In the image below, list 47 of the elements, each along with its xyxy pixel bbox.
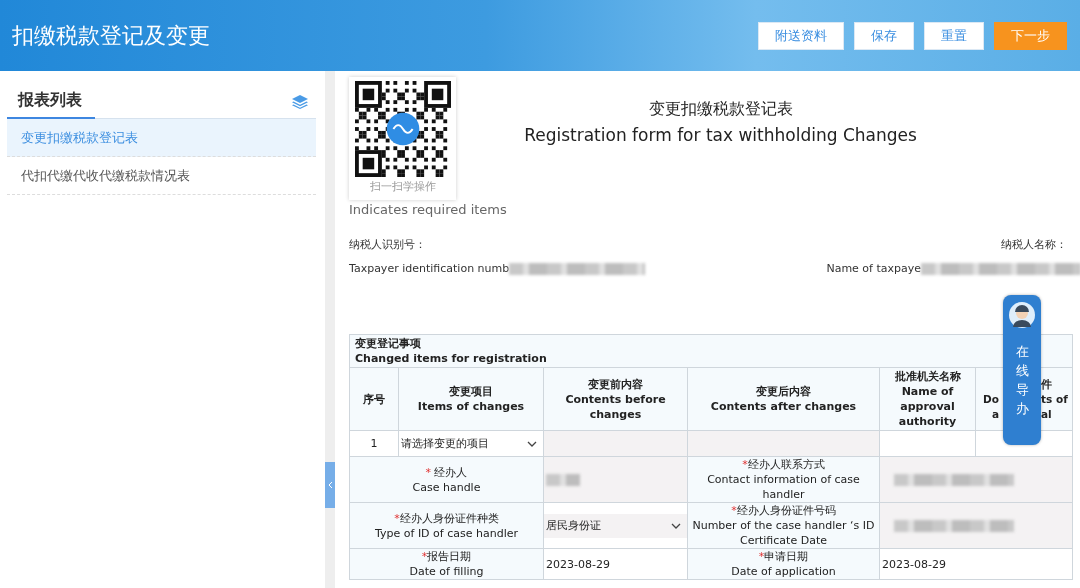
field-label: *报告日期 Date of filling [350, 549, 543, 579]
column-header: al [1041, 406, 1052, 422]
header-button[interactable]: 重置 [924, 21, 984, 50]
column-header: 变更后内容 Contents after changes [687, 367, 880, 431]
date-value: 2023-08-29 [881, 557, 946, 571]
field-label: Name of taxpaye [826, 262, 922, 275]
date-value: 2023-08-29 [545, 557, 610, 571]
id-type-select[interactable]: 居民身份证 [544, 513, 687, 538]
column-header: 变更前内容 Contents before changes [543, 367, 688, 431]
input-field[interactable] [543, 430, 688, 457]
sidebar-item[interactable]: 变更扣缴税款登记表 [7, 119, 316, 157]
field-label: *经办人联系方式 Contact information of case handler [688, 457, 879, 502]
input-field[interactable] [879, 430, 976, 457]
chevron-down-icon [671, 522, 681, 529]
table-cell: 1 [349, 430, 399, 457]
chevron-left-icon [327, 480, 333, 489]
field-label: *经办人身份证件种类 Type of ID of case handler [350, 503, 543, 548]
column-header: 件 [1041, 376, 1052, 392]
form-title: 变更扣缴税款登记表 [648, 99, 793, 120]
column-header: 变更项目 Items of changes [398, 367, 544, 431]
field-label: * 经办人 Case handle [350, 457, 543, 502]
column-header: a [991, 406, 999, 422]
blurred-value [546, 473, 580, 486]
required-note: Indicates required items [349, 202, 508, 217]
column-header: 序号 [349, 367, 399, 431]
field-label: *申请日期 Date of application [688, 549, 879, 579]
field-label: 纳税人名称： [1001, 237, 1068, 252]
column-header: ts of [1041, 391, 1068, 407]
form-title: Registration form for tax withholding Changes [524, 125, 917, 145]
online-guide-button[interactable]: 在线导办 [1003, 295, 1041, 445]
column-header: 批准机关名称 Name of approval authority [879, 367, 976, 431]
next-button[interactable]: 下一步 [994, 21, 1067, 50]
input-field[interactable] [687, 430, 880, 457]
column-header: Do [983, 391, 999, 407]
header-button[interactable]: 保存 [854, 21, 914, 50]
online-guide-label: 在线导办 [1015, 343, 1029, 418]
page-title: 扣缴税款登记及变更 [12, 21, 211, 50]
field-label: Taxpayer identification numb [349, 262, 510, 275]
layers-icon[interactable] [292, 94, 308, 109]
field-label: 纳税人识别号： [349, 237, 426, 252]
qr-caption: 扫一扫学操作 [369, 179, 436, 194]
chevron-down-icon [527, 440, 537, 447]
header-button[interactable]: 附送资料 [758, 21, 844, 50]
sidebar-item[interactable]: 代扣代缴代收代缴税款情况表 [7, 157, 316, 195]
person-icon [1008, 301, 1036, 329]
collapse-handle[interactable] [325, 461, 335, 508]
field-label: *经办人身份证件号码 Number of the case handler ‘s ID Certificate Date [688, 503, 879, 548]
